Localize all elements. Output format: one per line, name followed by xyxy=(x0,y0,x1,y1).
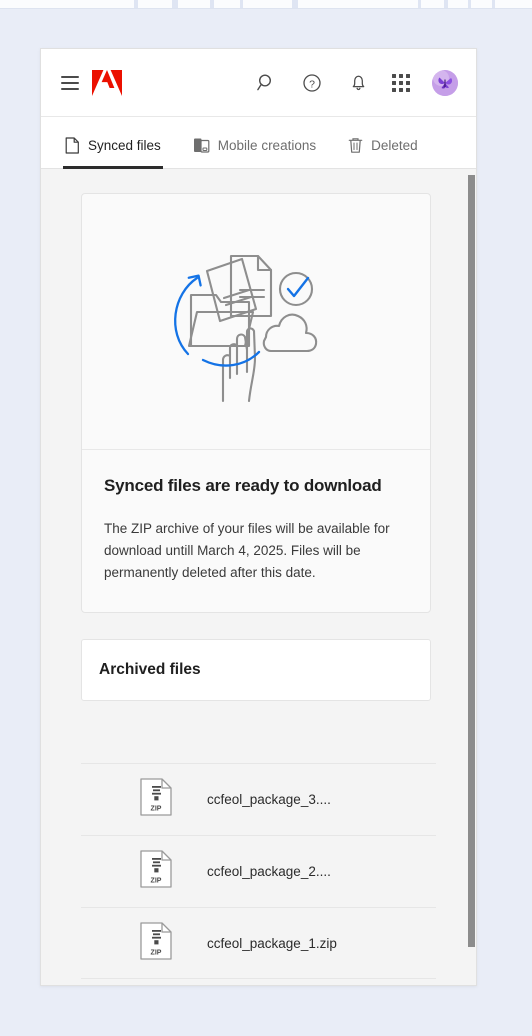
archived-files-card: Archived files xyxy=(81,639,431,701)
app-header: ? xyxy=(41,49,476,117)
content-area: Synced files are ready to download The Z… xyxy=(41,169,476,985)
avatar[interactable] xyxy=(432,69,458,96)
tab-label: Deleted xyxy=(371,138,418,153)
search-icon[interactable] xyxy=(254,71,278,95)
file-name: ccfeol_package_1.zip xyxy=(207,935,337,951)
chrome-mark xyxy=(134,0,138,8)
hero-description: The ZIP archive of your files will be av… xyxy=(104,521,390,580)
document-icon xyxy=(65,137,80,154)
chrome-mark xyxy=(172,0,178,8)
hero-body: Synced files are ready to download The Z… xyxy=(82,450,430,612)
header-left-group xyxy=(61,69,123,97)
app-grid-icon[interactable] xyxy=(392,73,410,92)
svg-text:ZIP: ZIP xyxy=(151,806,162,813)
adobe-logo-icon[interactable] xyxy=(91,69,123,97)
chrome-mark xyxy=(468,0,471,8)
vertical-scrollbar-thumb[interactable] xyxy=(468,175,475,947)
zip-file-icon: ZIP xyxy=(139,777,173,822)
trash-icon xyxy=(348,137,363,154)
table-row[interactable]: ZIP ccfeol_package_2.... xyxy=(81,835,436,907)
chrome-mark xyxy=(240,0,243,8)
svg-text:ZIP: ZIP xyxy=(151,878,162,885)
bell-icon[interactable] xyxy=(346,71,370,95)
svg-text:ZIP: ZIP xyxy=(151,949,162,956)
synced-files-ready-card: Synced files are ready to download The Z… xyxy=(81,193,431,613)
chrome-mark xyxy=(292,0,298,8)
mobile-icon xyxy=(193,137,210,154)
tab-deleted[interactable]: Deleted xyxy=(346,137,420,169)
table-row[interactable]: ZIP ccfeol_package_3.... xyxy=(81,763,436,835)
browser-chrome-strip xyxy=(0,0,532,9)
chrome-mark xyxy=(418,0,421,8)
archived-files-title: Archived files xyxy=(99,661,201,678)
archived-file-list: ZIP ccfeol_package_3.... ZIP ccfeol_pack… xyxy=(81,763,436,979)
tab-bar: Synced files Mobile creations Deleted xyxy=(41,117,476,169)
sync-download-illustration xyxy=(82,194,430,450)
header-right-group: ? xyxy=(254,69,458,96)
tab-label: Synced files xyxy=(88,138,161,153)
chrome-mark xyxy=(444,0,448,8)
app-window: ? Synced files Mobile creations Deleted … xyxy=(40,48,477,986)
help-icon[interactable]: ? xyxy=(300,71,324,95)
chrome-mark xyxy=(492,0,495,8)
table-row[interactable]: ZIP ccfeol_package_1.zip xyxy=(81,907,436,979)
hero-title: Synced files are ready to download xyxy=(104,476,382,495)
zip-file-icon: ZIP xyxy=(139,921,173,966)
tab-mobile-creations[interactable]: Mobile creations xyxy=(191,137,318,169)
chrome-mark xyxy=(210,0,214,8)
zip-file-icon: ZIP xyxy=(139,849,173,894)
content-inner: Synced files are ready to download The Z… xyxy=(41,169,476,979)
svg-text:?: ? xyxy=(309,78,315,90)
tab-label: Mobile creations xyxy=(217,138,317,153)
tab-synced-files[interactable]: Synced files xyxy=(63,137,163,169)
file-name: ccfeol_package_2.... xyxy=(207,864,331,879)
file-name: ccfeol_package_3.... xyxy=(207,792,331,807)
hamburger-menu-icon[interactable] xyxy=(61,75,79,90)
